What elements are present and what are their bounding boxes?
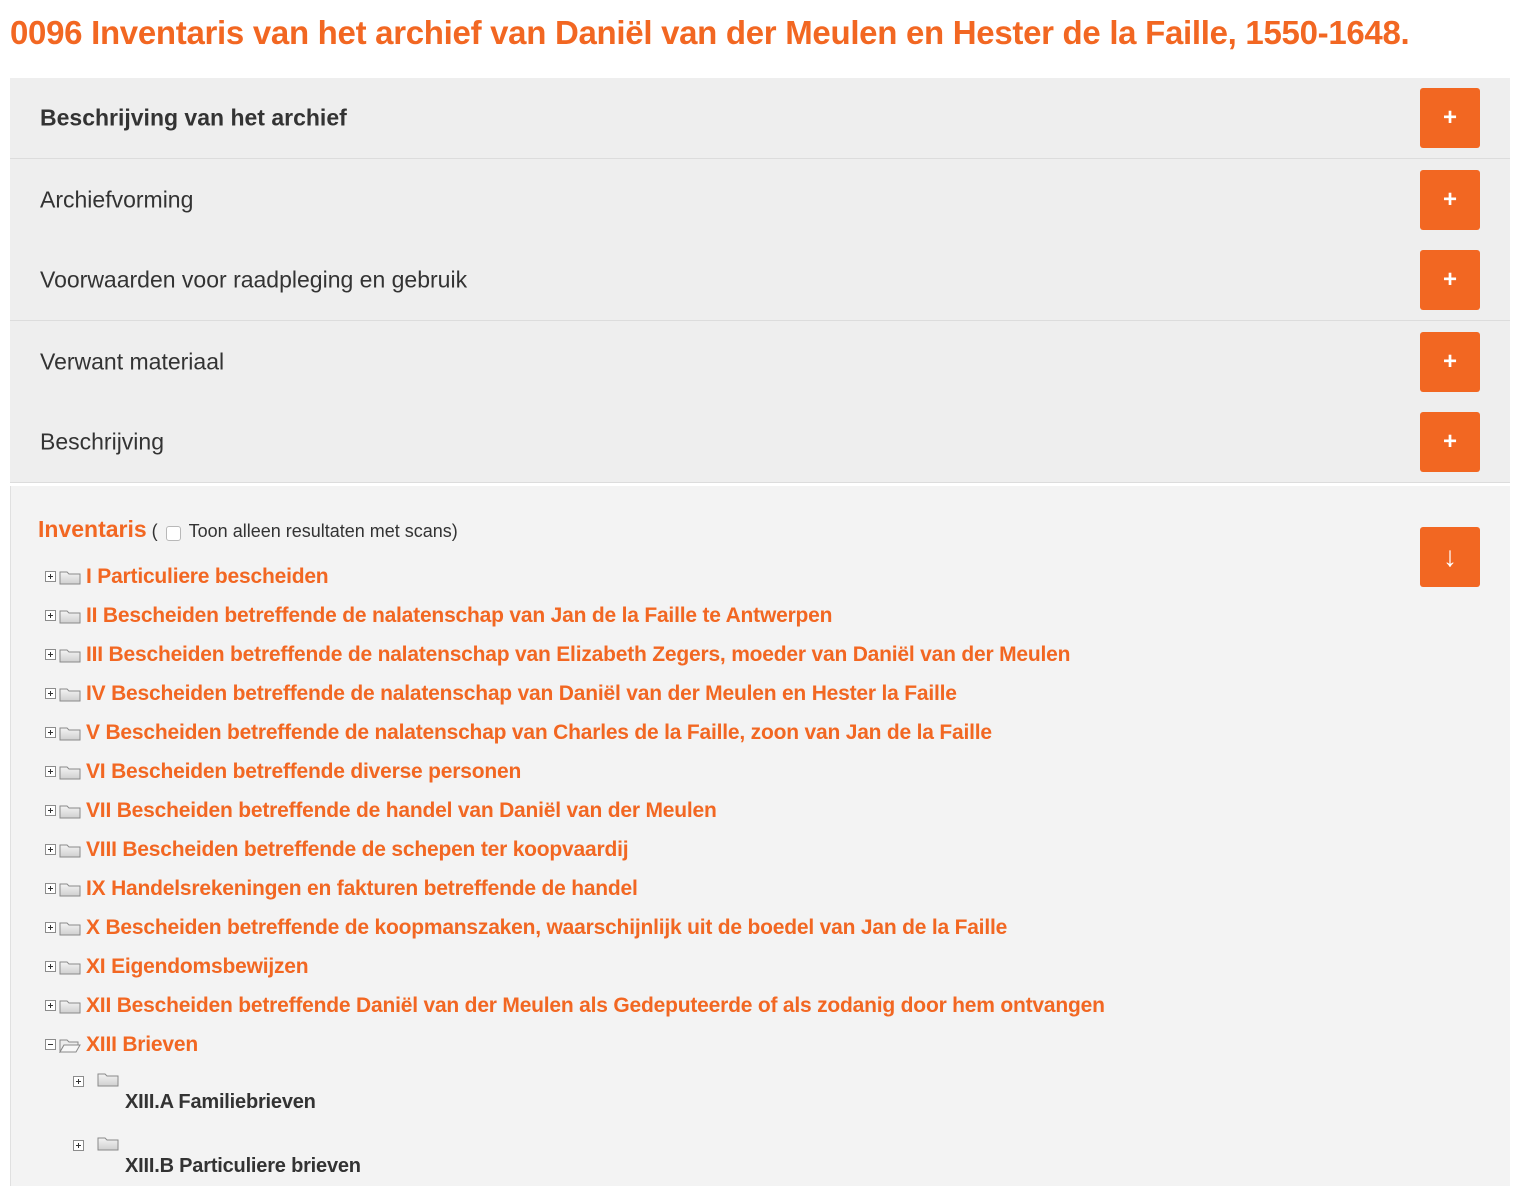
tree-node-label[interactable]: V Bescheiden betreffende de nalatenschap… <box>86 721 992 745</box>
folder-icon <box>59 920 81 936</box>
plus-box-icon[interactable] <box>73 1076 84 1087</box>
arrow-down-icon: ↓ <box>1443 541 1457 572</box>
plus-box-icon[interactable] <box>45 961 56 972</box>
open-paren: ( <box>151 521 158 541</box>
accordion-item-label: Beschrijving van het archief <box>40 104 347 131</box>
tree-subnode: XIII.B Particuliere brieven <box>45 1128 1105 1186</box>
tree-subnode: XIII.A Familiebrieven <box>45 1064 1105 1128</box>
tree-node: III Bescheiden betreffende de nalatensch… <box>45 635 1105 674</box>
plus-box-icon[interactable] <box>45 610 56 621</box>
tree-node: I Particuliere bescheiden <box>45 557 1105 596</box>
folder-icon <box>59 842 81 858</box>
tree-subnode-label[interactable]: XIII.A Familiebrieven <box>125 1091 316 1114</box>
tree-node: XII Bescheiden betreffende Daniël van de… <box>45 986 1105 1025</box>
plus-box-icon[interactable] <box>45 922 56 933</box>
tree-node: II Bescheiden betreffende de nalatenscha… <box>45 596 1105 635</box>
folder-icon <box>59 959 81 975</box>
expand-button[interactable]: + <box>1420 331 1480 392</box>
inventory-tree: I Particuliere bescheiden II Bescheiden b… <box>45 557 1105 1186</box>
plus-box-icon[interactable] <box>73 1140 84 1151</box>
tree-node-label[interactable]: IV Bescheiden betreffende de nalatenscha… <box>86 682 957 706</box>
plus-box-icon[interactable] <box>45 727 56 738</box>
folder-icon <box>59 569 81 585</box>
accordion-item-voorwaarden[interactable]: Voorwaarden voor raadpleging en gebruik … <box>10 240 1510 321</box>
tree-node: IX Handelsrekeningen en fakturen betreff… <box>45 869 1105 908</box>
plus-box-icon[interactable] <box>45 649 56 660</box>
plus-icon: + <box>1442 185 1457 213</box>
accordion-item-beschrijving-archief[interactable]: Beschrijving van het archief + <box>10 78 1510 159</box>
plus-box-icon[interactable] <box>45 883 56 894</box>
expand-button[interactable]: + <box>1420 169 1480 230</box>
inventaris-panel: Inventaris ( Toon alleen resultaten met … <box>10 486 1510 1186</box>
download-button[interactable]: ↓ <box>1420 527 1480 587</box>
plus-icon: + <box>1442 428 1457 455</box>
folder-icon <box>59 764 81 780</box>
plus-box-icon[interactable] <box>45 688 56 699</box>
accordion-item-label: Voorwaarden voor raadpleging en gebruik <box>40 266 468 293</box>
folder-icon <box>59 881 81 897</box>
expand-button[interactable]: + <box>1420 250 1480 310</box>
tree-node-label[interactable]: X Bescheiden betreffende de koopmanszake… <box>86 916 1007 940</box>
plus-box-icon[interactable] <box>45 571 56 582</box>
plus-box-icon[interactable] <box>45 805 56 816</box>
page: 0096 Inventaris van het archief van Dani… <box>0 0 1524 1186</box>
folder-icon <box>97 1135 119 1151</box>
accordion-item-label: Verwant materiaal <box>40 348 225 374</box>
tree-node-label[interactable]: I Particuliere bescheiden <box>86 565 329 589</box>
accordion-item-archiefvorming[interactable]: Archiefvorming + <box>10 159 1510 240</box>
accordion-item-label: Beschrijving <box>40 428 164 455</box>
plus-icon: + <box>1442 347 1457 375</box>
plus-box-icon[interactable] <box>45 1000 56 1011</box>
tree-node: XI Eigendomsbewijzen <box>45 947 1105 986</box>
folder-open-icon <box>59 1037 81 1053</box>
tree-node: IV Bescheiden betreffende de nalatenscha… <box>45 674 1105 713</box>
tree-node: VIII Bescheiden betreffende de schepen t… <box>45 830 1105 869</box>
expand-button[interactable]: + <box>1420 412 1480 472</box>
tree-node: VI Bescheiden betreffende diverse person… <box>45 752 1105 791</box>
folder-icon <box>59 803 81 819</box>
folder-icon <box>59 647 81 663</box>
tree-node-label[interactable]: IX Handelsrekeningen en fakturen betreff… <box>86 877 638 901</box>
folder-icon <box>59 725 81 741</box>
plus-icon: + <box>1442 104 1457 131</box>
minus-box-icon[interactable] <box>45 1039 56 1050</box>
tree-node: X Bescheiden betreffende de koopmanszake… <box>45 908 1105 947</box>
accordion-item-label: Archiefvorming <box>40 186 194 212</box>
tree-node: VII Bescheiden betreffende de handel van… <box>45 791 1105 830</box>
inventaris-title[interactable]: Inventaris <box>38 516 147 543</box>
folder-icon <box>59 686 81 702</box>
folder-icon <box>59 998 81 1014</box>
tree-node-label[interactable]: XIII Brieven <box>86 1033 198 1057</box>
tree-subnode-label[interactable]: XIII.B Particuliere brieven <box>125 1155 361 1178</box>
plus-box-icon[interactable] <box>45 844 56 855</box>
scan-filter-label: Toon alleen resultaten met scans) <box>188 521 458 541</box>
page-title: 0096 Inventaris van het archief van Dani… <box>10 14 1410 51</box>
folder-icon <box>97 1071 119 1087</box>
expand-button[interactable]: + <box>1420 88 1480 148</box>
tree-node-label[interactable]: XII Bescheiden betreffende Daniël van de… <box>86 994 1105 1018</box>
description-accordion: Beschrijving van het archief + Archiefvo… <box>10 78 1510 483</box>
tree-node-label[interactable]: VII Bescheiden betreffende de handel van… <box>86 799 717 823</box>
inventaris-header: Inventaris ( Toon alleen resultaten met … <box>38 516 458 543</box>
tree-node-label[interactable]: XI Eigendomsbewijzen <box>86 955 309 979</box>
accordion-item-beschrijving[interactable]: Beschrijving + <box>10 402 1510 483</box>
scan-filter-checkbox[interactable] <box>165 526 181 541</box>
folder-icon <box>59 608 81 624</box>
plus-box-icon[interactable] <box>45 766 56 777</box>
plus-icon: + <box>1442 266 1457 293</box>
tree-node-label[interactable]: III Bescheiden betreffende de nalatensch… <box>86 643 1070 667</box>
tree-node-label[interactable]: VIII Bescheiden betreffende de schepen t… <box>86 838 629 862</box>
tree-node: XIII Brieven <box>45 1025 1105 1064</box>
tree-node-label[interactable]: VI Bescheiden betreffende diverse person… <box>86 760 521 784</box>
tree-node-label[interactable]: II Bescheiden betreffende de nalatenscha… <box>86 604 832 628</box>
tree-node: V Bescheiden betreffende de nalatenschap… <box>45 713 1105 752</box>
accordion-item-verwant-materiaal[interactable]: Verwant materiaal + <box>10 321 1510 402</box>
